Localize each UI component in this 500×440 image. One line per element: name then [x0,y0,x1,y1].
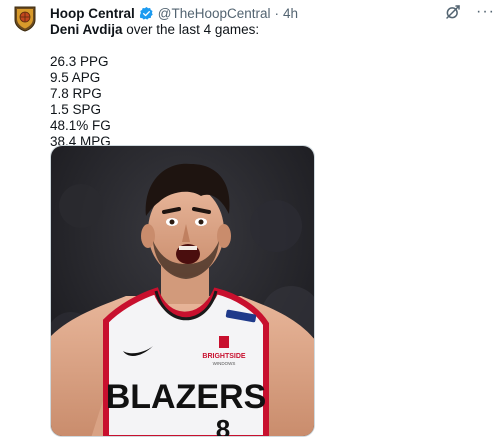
intro-rest: over the last 4 games: [122,22,260,37]
tweet-text: Deni Avdija over the last 4 games: 26.3 … [50,22,470,150]
tweet-intro-line: Deni Avdija over the last 4 games: [50,22,470,38]
sponsor-logo-icon [219,336,229,348]
stat-line: 26.3 PPG [50,54,109,69]
jersey-number: 8 [216,414,230,437]
more-icon[interactable]: ··· [476,4,495,20]
tweet-media-photo[interactable]: BLAZERS 8 BRIGHTSIDE WINDOWS [50,145,315,437]
stat-line: 9.5 APG [50,70,101,85]
stat-line: 48.1% FG [50,118,111,133]
author-handle[interactable]: @TheHoopCentral [158,6,271,21]
sponsor-text: BRIGHTSIDE [202,353,246,360]
verified-badge-icon [139,6,153,20]
tweet-timestamp[interactable]: 4h [283,6,298,21]
stat-line: 1.5 SPG [50,102,102,117]
grok-icon[interactable] [444,3,462,21]
jersey-text: BLAZERS [106,378,267,416]
tweet[interactable]: Hoop Central @TheHoopCentral · 4h ··· De… [0,0,500,440]
stat-line: 7.8 RPG [50,86,102,101]
header-actions: ··· [444,2,495,22]
separator-dot: · [274,5,280,21]
avatar[interactable] [14,6,36,32]
mention-name: Deni Avdija [50,22,123,37]
sponsor-subtext: WINDOWS [213,361,236,366]
tweet-header: Hoop Central @TheHoopCentral · 4h [50,4,298,22]
player-photo: BLAZERS 8 BRIGHTSIDE WINDOWS [51,146,314,437]
author-display-name[interactable]: Hoop Central [50,6,135,21]
shield-logo-icon [14,6,36,32]
